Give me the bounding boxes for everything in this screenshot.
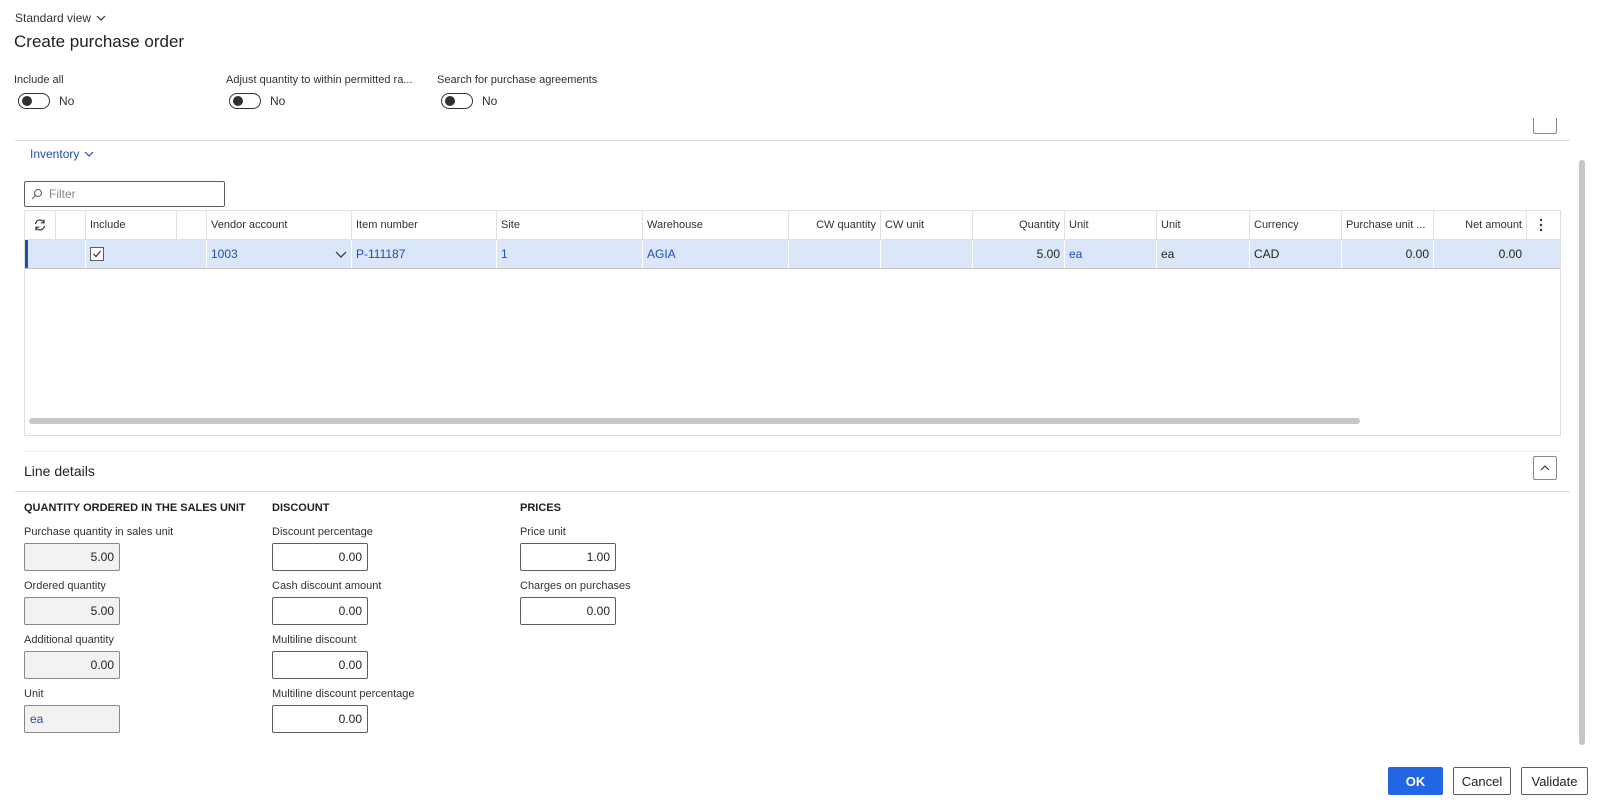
- price-unit-label: Price unit: [520, 526, 566, 538]
- row-selected-indicator: [25, 240, 28, 268]
- chevron-down-icon: [96, 15, 106, 21]
- unit-2-cell[interactable]: ea: [1156, 240, 1249, 268]
- multiline-discount-percentage-field[interactable]: 0.00: [272, 705, 368, 733]
- unit-label: Unit: [24, 688, 44, 700]
- adjust-quantity-toggle[interactable]: No: [229, 93, 285, 109]
- charges-on-purchases-field[interactable]: 0.00: [520, 597, 616, 625]
- additional-quantity-field[interactable]: 0.00: [24, 651, 120, 679]
- column-header-unit[interactable]: Unit: [1064, 211, 1156, 239]
- toggle-value: No: [482, 94, 498, 108]
- more-options-icon[interactable]: [1526, 211, 1554, 239]
- discount-percentage-field[interactable]: 0.00: [272, 543, 368, 571]
- adjust-quantity-label: Adjust quantity to within permitted ra..…: [226, 74, 413, 86]
- charges-on-purchases-label: Charges on purchases: [520, 580, 631, 592]
- multiline-discount-field[interactable]: 0.00: [272, 651, 368, 679]
- toggle-value: No: [59, 94, 75, 108]
- fasttab-toggle-button[interactable]: [1533, 118, 1557, 134]
- column-header-warehouse[interactable]: Warehouse: [642, 211, 788, 239]
- include-checkbox-cell[interactable]: [85, 240, 176, 268]
- column-header-unit-2[interactable]: Unit: [1156, 211, 1249, 239]
- search-agreements-toggle[interactable]: No: [441, 93, 497, 109]
- ordered-quantity-label: Ordered quantity: [24, 580, 106, 592]
- toggle-switch[interactable]: [18, 93, 50, 109]
- column-header-currency[interactable]: Currency: [1249, 211, 1341, 239]
- column-header-site[interactable]: Site: [496, 211, 642, 239]
- discount-percentage-label: Discount percentage: [272, 526, 373, 538]
- toggle-switch[interactable]: [229, 93, 261, 109]
- additional-quantity-label: Additional quantity: [24, 634, 114, 646]
- chevron-down-icon[interactable]: [335, 249, 347, 259]
- purchase-quantity-field[interactable]: 5.00: [24, 543, 120, 571]
- ok-button[interactable]: OK: [1388, 767, 1443, 795]
- chevron-up-icon: [1540, 465, 1550, 471]
- line-details-title: Line details: [24, 463, 95, 479]
- search-agreements-label: Search for purchase agreements: [437, 74, 598, 86]
- price-unit-field[interactable]: 1.00: [520, 543, 616, 571]
- cash-discount-amount-label: Cash discount amount: [272, 580, 382, 592]
- vertical-scrollbar[interactable]: [1579, 160, 1585, 745]
- column-header-quantity[interactable]: Quantity: [972, 211, 1064, 239]
- purchase-lines-grid: Include Vendor account Item number Site …: [24, 210, 1561, 436]
- grid-header-row: Include Vendor account Item number Site …: [25, 211, 1560, 240]
- checkmark-icon: [93, 250, 101, 258]
- column-header-blank[interactable]: [176, 211, 206, 239]
- net-amount-cell[interactable]: 0.00: [1433, 240, 1526, 268]
- cash-discount-amount-field[interactable]: 0.00: [272, 597, 368, 625]
- toggle-value: No: [270, 94, 286, 108]
- currency-cell[interactable]: CAD: [1249, 240, 1341, 268]
- horizontal-scrollbar[interactable]: [29, 418, 1360, 424]
- standard-view-selector[interactable]: Standard view: [15, 11, 106, 25]
- purchase-unit-cell[interactable]: 0.00: [1341, 240, 1433, 268]
- vendor-account-value: 1003: [211, 247, 238, 261]
- column-header-select[interactable]: [55, 211, 85, 239]
- warehouse-cell[interactable]: AGIA: [642, 240, 788, 268]
- column-header-item-number[interactable]: Item number: [351, 211, 496, 239]
- view-name: Standard view: [15, 11, 92, 25]
- column-header-vendor-account[interactable]: Vendor account: [206, 211, 351, 239]
- quantity-section-heading: QUANTITY ORDERED IN THE SALES UNIT: [24, 502, 246, 514]
- unit-cell[interactable]: ea: [1064, 240, 1156, 268]
- multiline-discount-label: Multiline discount: [272, 634, 357, 646]
- collapse-line-details-button[interactable]: [1533, 456, 1557, 480]
- toggle-switch[interactable]: [441, 93, 473, 109]
- refresh-icon[interactable]: [25, 211, 55, 239]
- include-all-label: Include all: [14, 74, 64, 86]
- filter-input[interactable]: Filter: [24, 181, 225, 207]
- section-divider: [15, 491, 1570, 492]
- section-divider: [15, 140, 1570, 141]
- unit-field[interactable]: ea: [24, 705, 120, 733]
- inventory-menu[interactable]: Inventory: [30, 147, 94, 161]
- column-header-cw-quantity[interactable]: CW quantity: [788, 211, 880, 239]
- validate-button[interactable]: Validate: [1521, 767, 1588, 795]
- purchase-quantity-label: Purchase quantity in sales unit: [24, 526, 174, 538]
- ordered-quantity-field[interactable]: 5.00: [24, 597, 120, 625]
- site-cell[interactable]: 1: [496, 240, 642, 268]
- table-row[interactable]: 1003 P-111187 1 AGIA 5.00 ea ea CAD 0.00…: [25, 240, 1560, 269]
- discount-section-heading: DISCOUNT: [272, 502, 330, 514]
- column-header-cw-unit[interactable]: CW unit: [880, 211, 972, 239]
- multiline-discount-percentage-label: Multiline discount percentage: [272, 688, 415, 700]
- include-checkbox[interactable]: [90, 247, 104, 261]
- cw-quantity-cell[interactable]: [788, 240, 880, 268]
- filter-placeholder: Filter: [49, 187, 76, 201]
- column-header-purchase-unit[interactable]: Purchase unit ...: [1341, 211, 1433, 239]
- item-number-cell[interactable]: P-111187: [351, 240, 496, 268]
- search-icon: [31, 188, 43, 200]
- quantity-cell[interactable]: 5.00: [972, 240, 1064, 268]
- vendor-account-cell[interactable]: 1003: [206, 240, 351, 268]
- chevron-down-icon: [84, 151, 94, 157]
- column-header-include[interactable]: Include: [85, 211, 176, 239]
- section-divider: [24, 451, 1561, 452]
- prices-section-heading: PRICES: [520, 502, 561, 514]
- cw-unit-cell[interactable]: [880, 240, 972, 268]
- column-header-net-amount[interactable]: Net amount: [1433, 211, 1526, 239]
- include-all-toggle[interactable]: No: [18, 93, 74, 109]
- inventory-label: Inventory: [30, 147, 80, 161]
- page-title: Create purchase order: [14, 32, 185, 51]
- cancel-button[interactable]: Cancel: [1453, 767, 1511, 795]
